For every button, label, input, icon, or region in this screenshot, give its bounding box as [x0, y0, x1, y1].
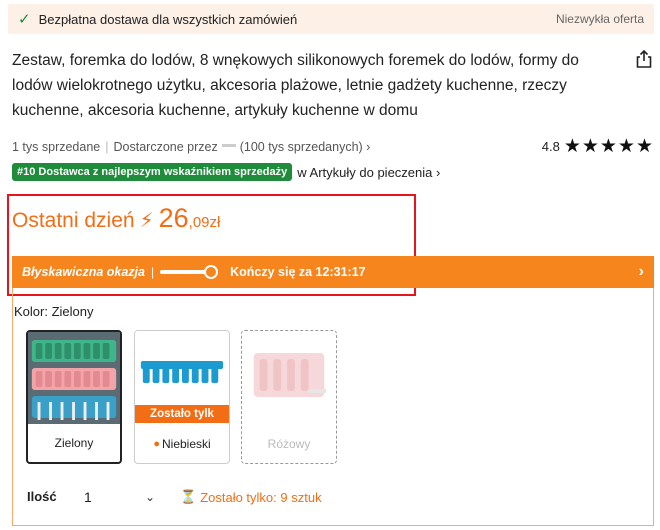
quantity-select[interactable]: 1 ⌄: [72, 482, 167, 512]
product-meta-row: 1 tys sprzedane | Dostarczone przez (100 …: [12, 135, 654, 158]
top-seller-badge: #10 Dostawca z najlepszym wskaźnikiem sp…: [12, 163, 293, 181]
hourglass-icon: ⏳: [180, 489, 197, 504]
free-shipping-banner: ✓ Bezpłatna dostawa dla wszystkich zamów…: [8, 4, 654, 34]
price-main: 26: [158, 203, 189, 233]
chevron-right-icon[interactable]: ›: [639, 263, 644, 281]
color-option-label: Różowy: [267, 437, 311, 451]
lightning-icon: ⚡: [139, 210, 154, 232]
ranking-row[interactable]: #10 Dostawca z najlepszym wskaźnikiem sp…: [12, 163, 440, 181]
seller-name-redacted: [221, 144, 236, 148]
last-day-label: Ostatni dzień: [12, 209, 135, 232]
flash-sale-bar[interactable]: Błyskawiczna okazja | Kończy się za 12:3…: [12, 256, 654, 288]
seller-link[interactable]: Dostarczone przez (100 tys sprzedanych) ›: [114, 140, 371, 154]
low-stock-tag: Zostało tylk: [135, 405, 229, 423]
share-icon[interactable]: [634, 49, 654, 69]
green-molds-image: [28, 332, 120, 424]
stock-text: Zostało tylko: 9 sztuk: [200, 489, 322, 505]
rating-value: 4.8: [541, 139, 560, 154]
free-shipping-text: Bezpłatna dostawa dla wszystkich zamówie…: [38, 11, 298, 27]
flash-sale-name: Błyskawiczna okazja: [22, 265, 145, 279]
color-option-pink[interactable]: Różowy: [241, 330, 337, 464]
star-rating-icon: ★★★★★: [563, 136, 654, 157]
quantity-label: Ilość: [27, 489, 57, 504]
quantity-value: 1: [84, 489, 92, 505]
pink-molds-image: [242, 331, 336, 423]
countdown-progress-icon: [160, 265, 219, 279]
color-option-green[interactable]: Zielony: [26, 330, 122, 464]
color-option-blue[interactable]: Zostało tylk ● Niebieski: [134, 330, 230, 464]
color-option-label: ● Niebieski: [135, 425, 229, 463]
color-option-label: Zielony: [54, 436, 94, 450]
category-link[interactable]: w Artykuły do pieczenia ›: [297, 165, 440, 180]
special-offer-text: Niezwykła oferta: [555, 12, 644, 26]
seller-sales: (100 tys sprzedanych) ›: [239, 139, 371, 154]
countdown-text: Kończy się za 12:31:17: [230, 265, 366, 279]
product-title: Zestaw, foremka do lodów, 8 wnękowych si…: [12, 52, 579, 119]
delivered-by-label: Dostarczone przez: [113, 139, 218, 154]
rating[interactable]: 4.8 ★★★★★: [542, 135, 654, 158]
flash-separator: |: [150, 265, 155, 279]
meta-separator: |: [105, 139, 109, 154]
chevron-down-icon: ⌄: [144, 490, 155, 504]
price-row: Ostatni dzień ⚡ 26 ,09zł: [12, 203, 220, 234]
price-fraction: ,09zł: [188, 214, 221, 231]
timer-icon: [204, 265, 219, 279]
color-option-name: Niebieski: [161, 437, 211, 451]
flame-icon: ●: [153, 438, 160, 450]
stock-remaining: ⏳ Zostało tylko: 9 sztuk: [180, 489, 322, 505]
check-icon: ✓: [18, 11, 31, 28]
sold-count: 1 tys sprzedane: [12, 139, 101, 154]
color-label: Kolor: Zielony: [14, 304, 94, 319]
